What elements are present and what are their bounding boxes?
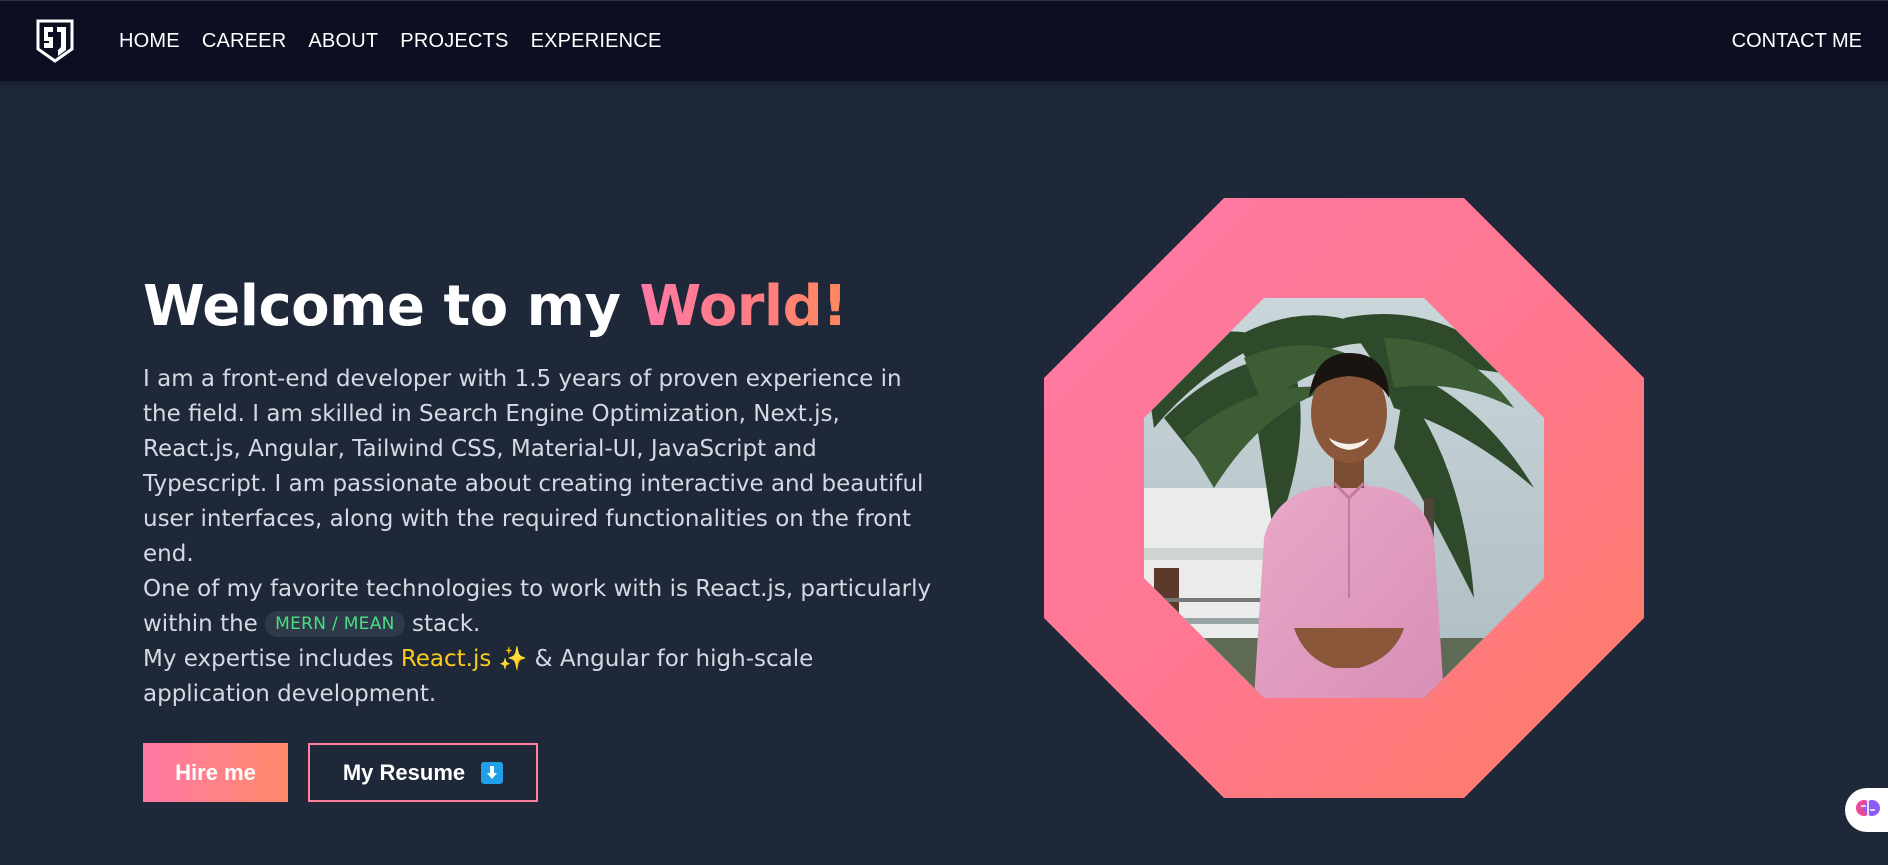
my-resume-button[interactable]: My Resume <box>308 743 538 802</box>
sj-logo-icon[interactable] <box>36 19 74 63</box>
bio-paragraph-3: My expertise includes React.js ✨ & Angul… <box>143 642 933 712</box>
profile-octagon-frame <box>1044 198 1644 798</box>
hero-buttons: Hire me My Resume <box>143 743 538 802</box>
nav-about[interactable]: ABOUT <box>308 30 378 53</box>
resume-button-label: My Resume <box>342 759 466 785</box>
hero-title-start: Welcome to my <box>143 274 640 339</box>
bio-3-start: My expertise includes <box>143 646 401 672</box>
sparkle-icon: ✨ <box>498 646 528 672</box>
hero-title-accent: World! <box>639 274 848 339</box>
hero-bio: I am a front-end developer with 1.5 year… <box>143 362 933 712</box>
nav-links: HOME CAREER ABOUT PROJECTS EXPERIENCE <box>119 1 662 82</box>
brain-icon <box>1855 795 1881 825</box>
bio-2-end: stack. <box>404 611 481 637</box>
react-highlight: React.js <box>400 646 492 672</box>
nav-career[interactable]: CAREER <box>202 30 287 53</box>
hero-section: Welcome to my World! I am a front-end de… <box>143 270 943 712</box>
bio-paragraph-2: One of my favorite technologies to work … <box>143 572 933 642</box>
floating-assistant-button[interactable] <box>1845 788 1888 832</box>
nav-contact-me[interactable]: CONTACT ME <box>1732 1 1862 82</box>
nav-experience[interactable]: EXPERIENCE <box>531 30 662 53</box>
nav-home[interactable]: HOME <box>119 30 180 53</box>
bio-2-start: One of my favorite technologies to work … <box>143 576 932 637</box>
stack-pill: MERN / MEAN <box>265 611 405 637</box>
profile-photo <box>1144 298 1544 698</box>
hire-me-button[interactable]: Hire me <box>143 743 288 802</box>
hero-title: Welcome to my World! <box>143 270 943 344</box>
top-navbar: HOME CAREER ABOUT PROJECTS EXPERIENCE CO… <box>0 0 1888 81</box>
download-arrow-icon <box>481 761 504 784</box>
bio-paragraph-1: I am a front-end developer with 1.5 year… <box>143 366 924 567</box>
nav-projects[interactable]: PROJECTS <box>400 30 508 53</box>
